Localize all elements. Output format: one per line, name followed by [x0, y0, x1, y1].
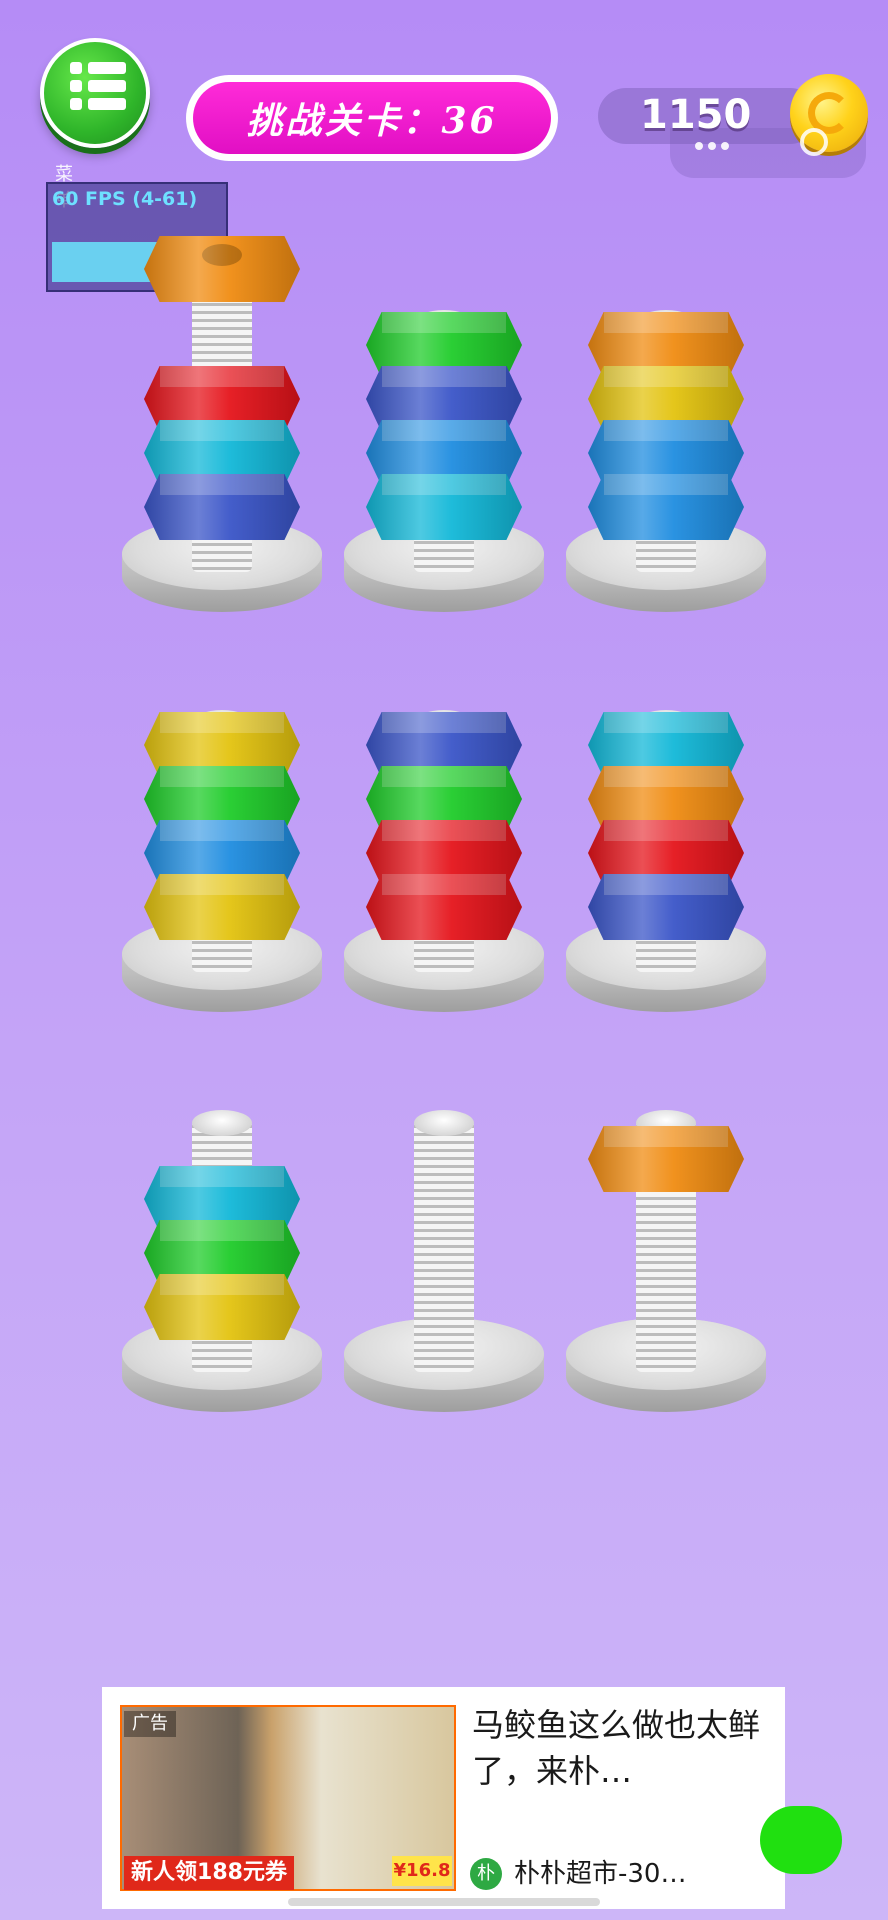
- bolt-cap: [192, 1110, 252, 1136]
- coin-count: 1150: [640, 92, 752, 138]
- bolt-3[interactable]: [566, 272, 766, 612]
- home-indicator: [288, 1898, 600, 1906]
- nut-blue: [588, 874, 744, 940]
- loading-dots-icon: [695, 135, 734, 154]
- ad-title[interactable]: 马鲛鱼这么做也太鲜了，来朴…: [472, 1702, 772, 1794]
- ring-icon[interactable]: [800, 128, 828, 156]
- bolt-7[interactable]: [122, 1072, 322, 1412]
- bolt-cap: [414, 1110, 474, 1136]
- nut-red: [366, 874, 522, 940]
- nut-yellow: [144, 1274, 300, 1340]
- bolt-shaft: [414, 1120, 474, 1372]
- nut-yellow: [144, 874, 300, 940]
- bolt-9[interactable]: [566, 1072, 766, 1412]
- bolt-5[interactable]: [344, 672, 544, 1012]
- ad-brand[interactable]: 朴朴超市-30…: [514, 1858, 686, 1890]
- brand-logo-icon: 朴: [470, 1858, 502, 1890]
- nut-cyan: [366, 474, 522, 540]
- bolt-2[interactable]: [344, 272, 544, 612]
- bolt-4[interactable]: [122, 672, 322, 1012]
- list-icon: [70, 62, 128, 116]
- nut-blue: [144, 474, 300, 540]
- ad-action-button[interactable]: [760, 1806, 842, 1874]
- ad-promo-text: 新人领188元券: [124, 1856, 294, 1890]
- bolt-6[interactable]: [566, 672, 766, 1012]
- bolt-8[interactable]: [344, 1072, 544, 1412]
- menu-button[interactable]: [40, 38, 150, 148]
- nut-skyblue: [588, 474, 744, 540]
- nut-orange: [588, 1126, 744, 1192]
- nut-orange-lifted[interactable]: [144, 236, 300, 302]
- bolt-1[interactable]: [122, 236, 322, 612]
- fps-text: 60 FPS (4-61): [52, 188, 198, 210]
- ad-badge: 广告: [124, 1711, 176, 1737]
- level-banner: 挑战关卡：36: [186, 75, 558, 161]
- level-title: 挑战关卡：36: [193, 82, 551, 154]
- ad-price: ¥16.8: [392, 1856, 452, 1886]
